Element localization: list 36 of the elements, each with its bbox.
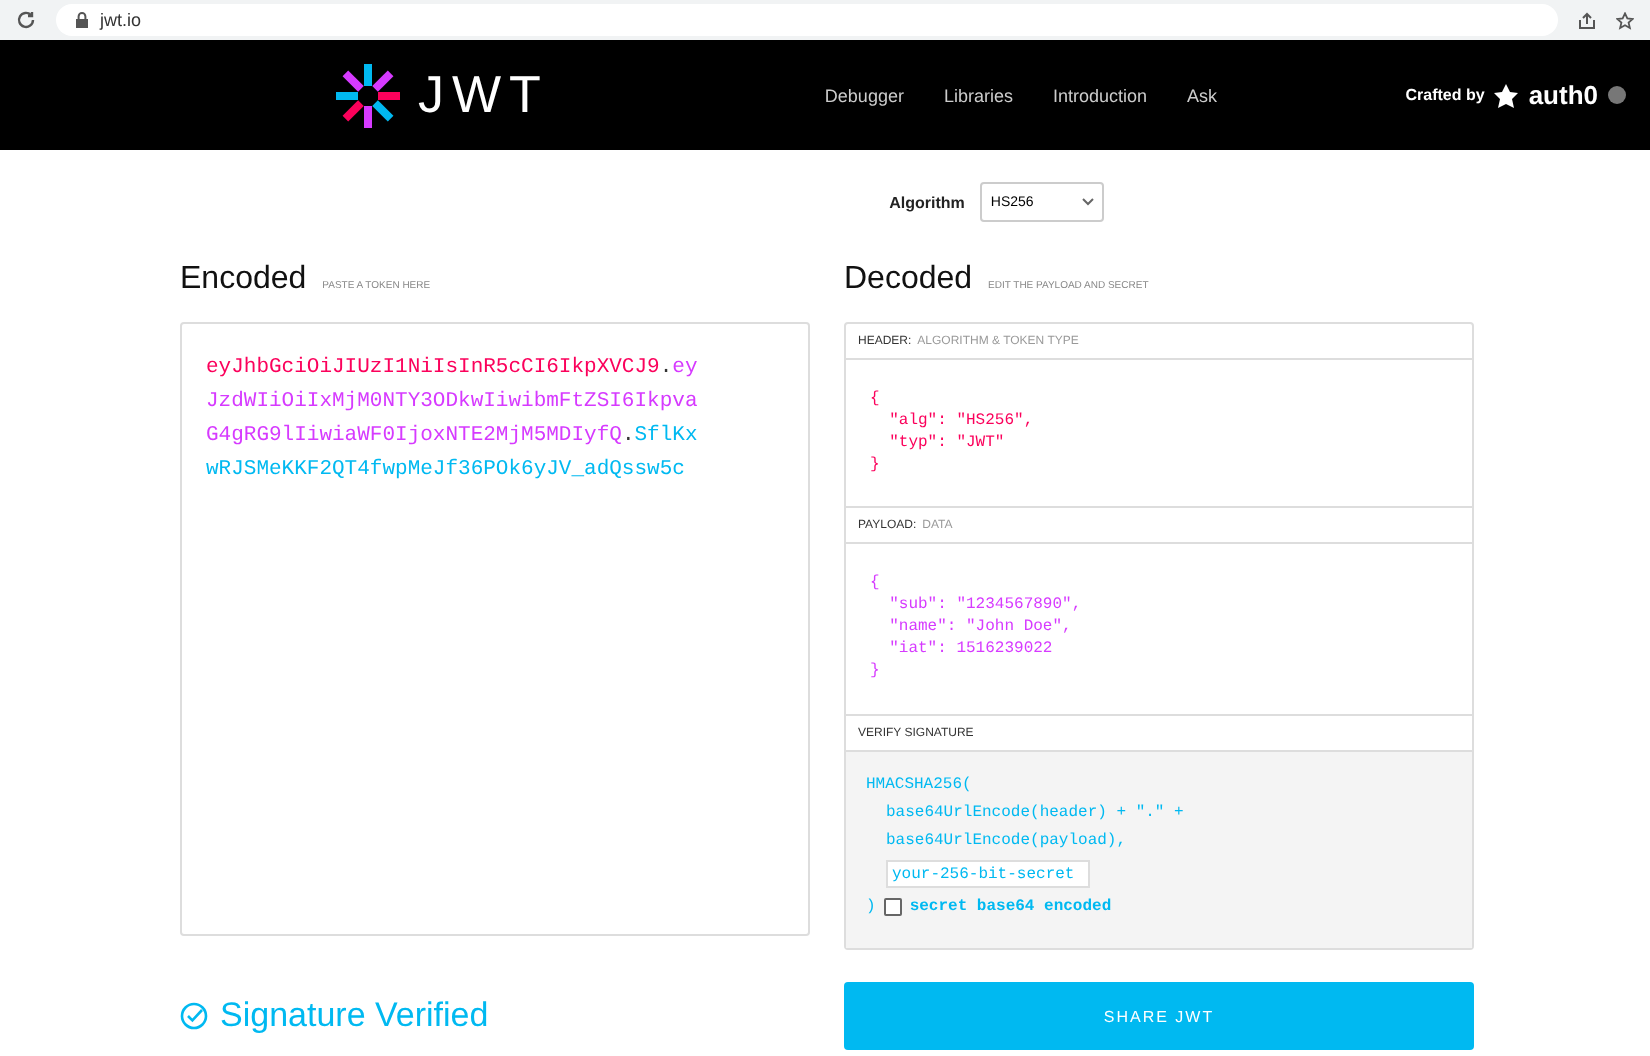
code-text: ) [866,898,876,916]
code-text: HMACSHA256( [866,776,974,794]
nav-link[interactable]: Libraries [943,85,1013,105]
token-text: ey [672,356,698,380]
code-text: base64UrlEncode(payload), [884,832,1129,850]
decoded-title: Decoded [844,262,973,298]
token-text: SflKx [634,424,698,448]
logo-icon [334,61,402,129]
lock-icon [76,12,88,28]
brand-text[interactable]: auth0 [1528,80,1598,110]
status-text: Signature Verified [220,996,489,1036]
encoded-title: Encoded [180,262,307,298]
checkbox[interactable] [883,898,902,916]
nav-link[interactable]: Debugger [824,85,904,105]
token-field[interactable]: eyJhbGciOiJIUzI1NiIsInR5cCI6IkpXVCJ9.ey JzdWIiOiIxMjM0NTY3ODkwIiwibmFtZSI6Ikpva G4gRG9lIiwiaWF0IjoxNTE2MjM5MDIyfQ.SflKx wRJSMeKKF2QT4fwpMeJf36POk6yJV_adQssw5c [180,322,810,936]
crafted-by-text: Crafted by [1405,86,1485,104]
logo-text: JWT [418,64,549,126]
token-text: G4gRG9lIiwiaWF0IjoxNTE2MjM5MDIyfQ [206,424,622,448]
token-text: . [659,356,673,380]
nav-link[interactable]: Ask [1187,85,1218,105]
address-bar[interactable]: jwt.io [56,4,1558,36]
code-text: base64UrlEncode(header) + "." + [884,804,1186,822]
star-icon[interactable] [1616,11,1634,29]
token-text: eyJhbGciOiJIUzI1NiIsInR5cCI6IkpXVCJ9 [206,356,660,380]
reload-icon[interactable] [16,10,36,30]
checkbox-label: secret base64 encoded [909,898,1112,916]
token-text: . [621,424,635,448]
help-icon[interactable] [1608,86,1626,104]
nav-link[interactable]: Introduction [1052,85,1147,105]
share-icon[interactable] [1578,11,1596,29]
token-text: JzdWIiOiIxMjM0NTY3ODkwIiwibmFtZSI6Ikpva [206,390,698,414]
algorithm-label: Algorithm [889,193,965,211]
caret-icon [1082,198,1095,206]
token-text: wRJSMeKKF2QT4fwpMeJf36POk6yJV_adQssw5c [206,458,685,482]
badge-icon [1494,83,1519,107]
url-text: jwt.io [100,10,142,30]
